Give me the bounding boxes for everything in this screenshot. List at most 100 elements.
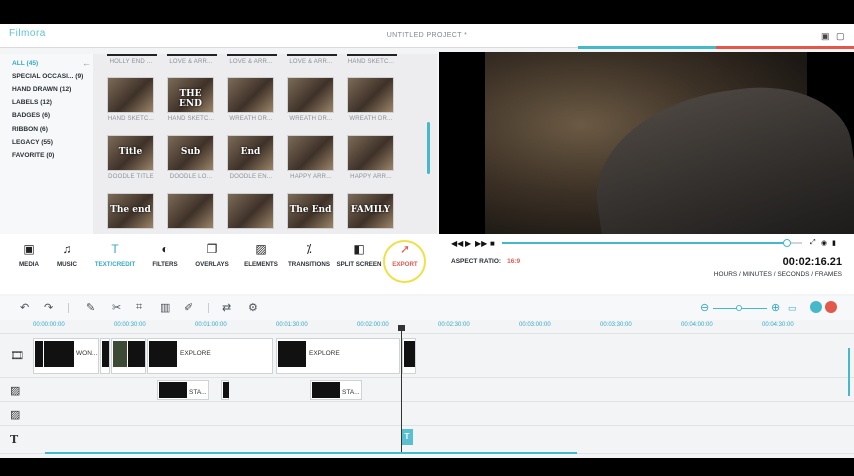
record-icon[interactable]: ⇄ — [222, 301, 231, 314]
timeline-h-scrollbar[interactable] — [45, 452, 577, 454]
thumb-label: DOODLE EN... — [229, 174, 273, 180]
overlays-icon: ❐ — [206, 242, 218, 256]
fullscreen-icon[interactable]: ⤢ — [810, 239, 816, 247]
title-thumbnail[interactable] — [107, 77, 154, 113]
category-item[interactable]: RIBBON (6) — [12, 126, 48, 133]
category-item[interactable]: FAVORITE (0) — [12, 152, 54, 159]
text-track-icon: T — [10, 433, 19, 446]
seek-progress — [502, 242, 787, 244]
category-item[interactable]: ALL (45) — [12, 60, 38, 67]
stop-icon[interactable]: ■ — [490, 239, 495, 248]
pip-track: ▨ — [0, 402, 854, 426]
title-thumbnail[interactable]: Title — [107, 135, 154, 171]
category-item[interactable]: HAND DRAWN (12) — [12, 86, 71, 93]
play-icon[interactable]: ▶ — [465, 239, 471, 248]
aspect-ratio: ASPECT RATIO: 16:9 — [451, 258, 521, 265]
time-ruler[interactable]: 00:00:00:00 00:00:30:00 00:01:00:00 00:01:3… — [0, 320, 854, 334]
forward-icon[interactable]: ▶▶ — [475, 239, 487, 248]
ruler-tick-label: 00:00:00:00 — [33, 322, 65, 328]
ruler-tick-label: 00:04:30:00 — [762, 322, 794, 328]
fit-icon[interactable]: ▭ — [788, 303, 797, 314]
snapshot-icon[interactable]: ◉ — [821, 239, 827, 247]
title-thumbnail[interactable]: End — [227, 135, 274, 171]
settings-icon[interactable]: ⚙ — [248, 301, 258, 314]
elements-icon: ▨ — [255, 242, 267, 256]
zoom-out-icon[interactable]: ⊖ — [700, 301, 709, 314]
title-thumbnail[interactable] — [287, 135, 334, 171]
seek-handle[interactable] — [783, 239, 791, 247]
delete-icon[interactable]: ▥ — [160, 301, 170, 314]
redo-icon[interactable]: ↷ — [44, 301, 53, 314]
tool-label: MUSIC — [57, 261, 77, 268]
text-track: T — [0, 426, 854, 454]
preview-frame — [485, 52, 854, 234]
thumb-label: HAND SKETC... — [167, 116, 215, 122]
split-icon[interactable]: ✂ — [112, 301, 121, 314]
filmora-app: Filmora UNTITLED PROJECT * ▣ ▢ ← ALL (45… — [0, 24, 854, 458]
category-item[interactable]: LEGACY (55) — [12, 139, 53, 146]
tool-filters[interactable]: ◐ FILTERS — [140, 242, 190, 268]
category-item[interactable]: BADGES (6) — [12, 112, 50, 119]
aspect-ratio-value[interactable]: 16:9 — [507, 258, 520, 265]
thumbnail-text: FAMILY — [350, 205, 391, 215]
overlay-clip[interactable]: STA... — [310, 380, 362, 400]
rewind-icon[interactable]: ◀◀ — [451, 239, 463, 248]
title-thumbnail[interactable] — [347, 135, 394, 171]
title-thumbnail[interactable] — [167, 193, 214, 229]
crop-icon[interactable]: ⌗ — [136, 301, 142, 314]
tool-overlays[interactable]: ❐ OVERLAYS — [187, 242, 237, 268]
tool-text[interactable]: T TEXT/CREDIT — [90, 242, 140, 268]
overlay-clip[interactable]: STA... — [157, 380, 209, 400]
ruler-tick-label: 00:00:30:00 — [114, 322, 146, 328]
title-thumbnail[interactable] — [287, 77, 334, 113]
title-thumbnail[interactable]: FAMILY — [347, 193, 394, 229]
video-clip[interactable]: EXPLORE — [276, 338, 400, 374]
tool-elements[interactable]: ▨ ELEMENTS — [236, 242, 286, 268]
title-thumbnail[interactable] — [227, 77, 274, 113]
tool-music[interactable]: ♫ MUSIC — [42, 242, 92, 268]
title-thumbnail[interactable] — [347, 77, 394, 113]
title-bar: Filmora UNTITLED PROJECT * ▣ ▢ — [0, 24, 854, 49]
image-track-icon: ▨ — [10, 409, 21, 421]
category-item[interactable]: LABELS (12) — [12, 99, 52, 106]
module-toolbar: ▣ MEDIA ♫ MUSIC T TEXT/CREDIT ◐ FILTERS ❐ OVERLAY… — [0, 234, 439, 294]
ruler-tick-label: 00:01:00:00 — [195, 322, 227, 328]
color-icon[interactable]: ✐ — [184, 301, 193, 314]
tool-transitions[interactable]: ⁒ TRANSITIONS — [284, 242, 334, 268]
window-title: UNTITLED PROJECT * — [386, 32, 468, 39]
seek-bar[interactable] — [502, 239, 802, 247]
video-clip[interactable] — [100, 338, 110, 374]
tool-split-screen[interactable]: ◧ SPLIT SCREEN — [334, 242, 384, 268]
red-circle-icon[interactable] — [825, 301, 837, 313]
edit-icon[interactable]: ✎ — [86, 301, 95, 314]
title-thumbnail[interactable] — [227, 193, 274, 229]
title-thumbnail[interactable]: Sub — [167, 135, 214, 171]
zoom-handle[interactable] — [736, 305, 742, 311]
split-screen-icon: ◧ — [353, 242, 365, 256]
thumb-label: HAND SKETC... — [107, 116, 155, 122]
title-thumbnail[interactable]: THE END — [167, 77, 214, 113]
category-item[interactable]: SPECIAL OCCASI... (9) — [12, 73, 83, 80]
title-thumbnail[interactable]: The End — [287, 193, 334, 229]
back-arrow-icon[interactable]: ← — [82, 58, 91, 68]
video-clip[interactable] — [402, 338, 416, 374]
undo-icon[interactable]: ↶ — [20, 301, 29, 314]
title-thumbnail[interactable]: The end — [107, 193, 154, 229]
volume-icon[interactable]: ▮ — [832, 239, 836, 247]
library-scrollbar[interactable] — [427, 122, 430, 174]
video-track: 🎞 WON... EXPLORE EXPLORE — [0, 335, 854, 378]
video-clip[interactable] — [111, 338, 146, 374]
thumb-label: WREATH DR... — [289, 116, 333, 122]
video-clip[interactable]: EXPLORE — [147, 338, 273, 374]
maximize-icon[interactable]: ▢ — [836, 31, 845, 42]
timeline-v-scrollbar[interactable] — [848, 348, 850, 396]
overlay-track: ▨ STA... STA... — [0, 378, 854, 402]
text-clip[interactable]: T — [401, 429, 413, 445]
save-icon[interactable]: ▣ — [821, 31, 830, 42]
overlay-clip[interactable] — [221, 380, 229, 400]
transitions-icon: ⁒ — [306, 242, 312, 256]
teal-circle-icon[interactable] — [810, 301, 822, 313]
zoom-in-icon[interactable]: ⊕ — [771, 301, 780, 314]
video-clip[interactable]: WON... — [33, 338, 99, 374]
playhead[interactable] — [401, 329, 402, 454]
